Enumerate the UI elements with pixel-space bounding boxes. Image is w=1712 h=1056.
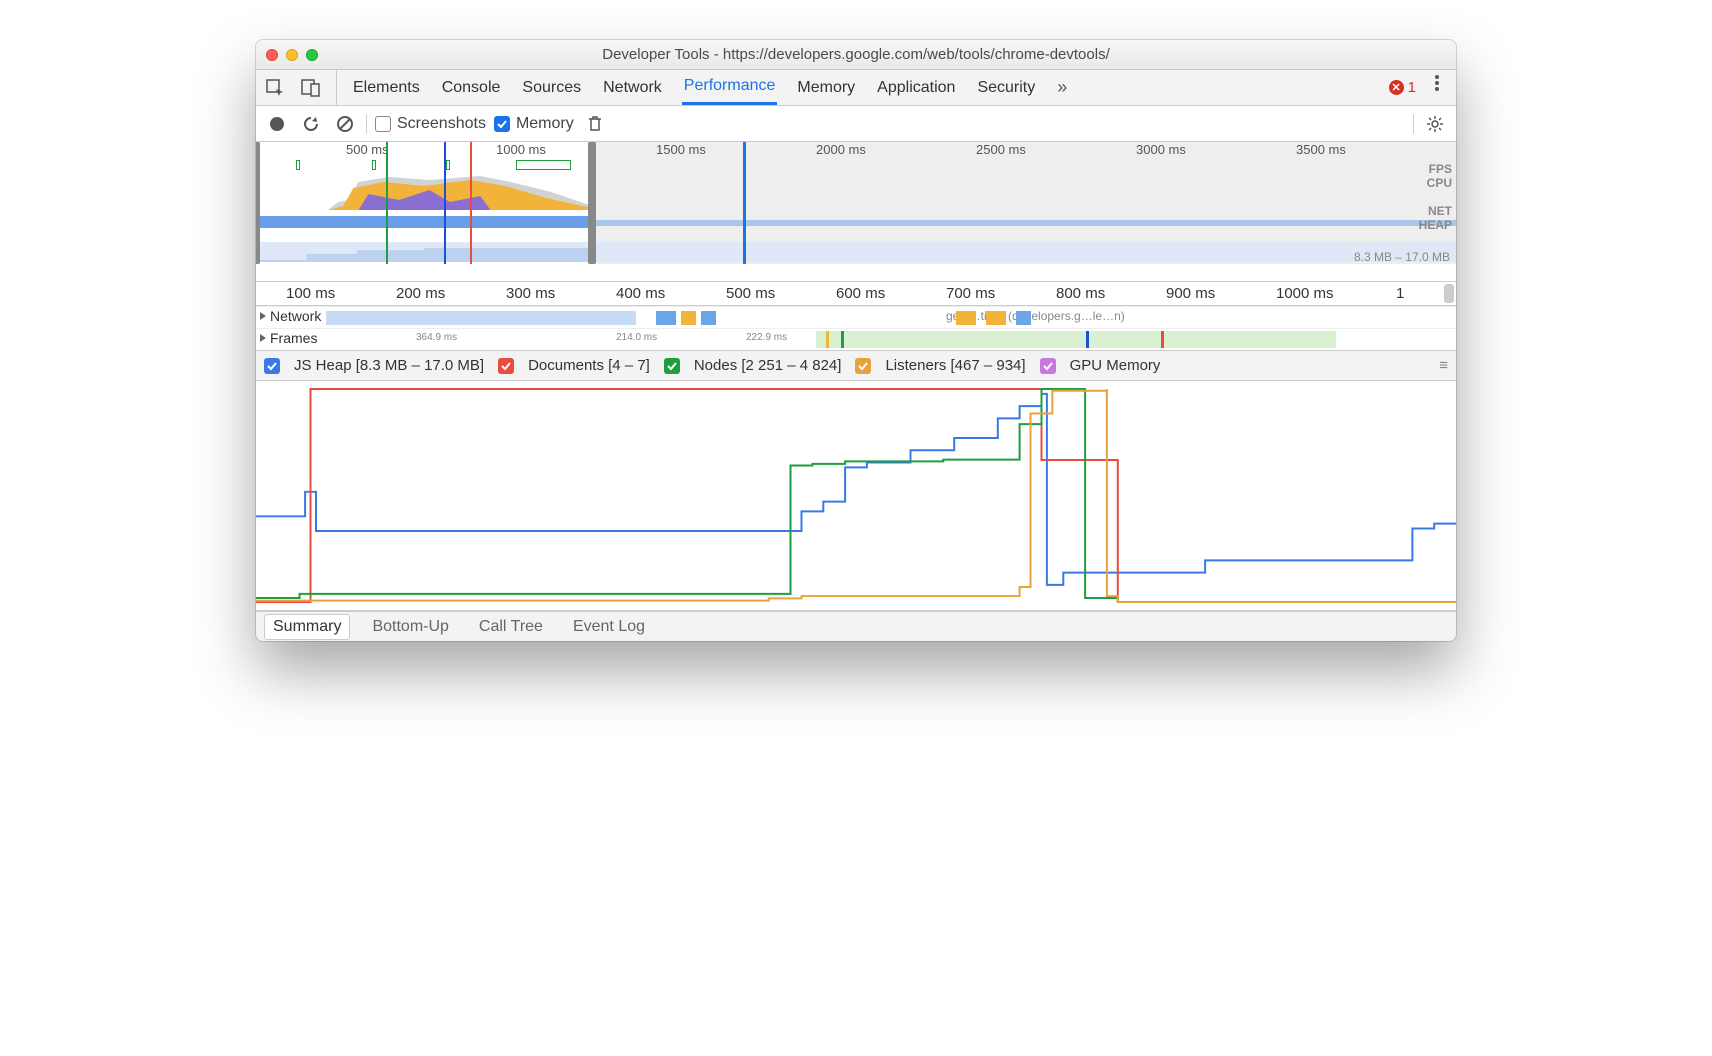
titlebar: Developer Tools - https://developers.goo… [256,40,1456,70]
overview-heap-range: 8.3 MB – 17.0 MB [1354,250,1450,264]
legend-documents: Documents [4 – 7] [528,357,650,374]
chart-series [256,394,1456,585]
clear-button[interactable] [332,111,358,137]
memory-checkbox[interactable] [494,116,510,132]
memory-legend: JS Heap [8.3 MB – 17.0 MB] Documents [4 … [256,351,1456,381]
screenshots-checkbox[interactable] [375,116,391,132]
tab-network[interactable]: Network [601,70,664,105]
overview-handle-left[interactable] [256,142,260,264]
expand-icon[interactable] [260,312,266,320]
legend-checkbox-documents[interactable] [498,358,514,374]
frames-track-label: Frames [270,330,317,346]
legend-menu-icon[interactable]: ≡ [1439,357,1448,374]
memory-chart[interactable] [256,381,1456,611]
error-count[interactable]: ✕ 1 [1389,70,1416,105]
network-track-label: Network [270,308,321,324]
overview-tick: 3500 ms [1296,142,1346,157]
screenshots-toggle[interactable]: Screenshots [375,115,486,133]
overview-tick: 500 ms [346,142,389,157]
reload-button[interactable] [298,111,324,137]
overview-panel[interactable]: 500 ms 1000 ms 1500 ms 2000 ms 2500 ms 3… [256,142,1456,282]
devtools-window: Developer Tools - https://developers.goo… [256,40,1456,641]
memory-toggle[interactable]: Memory [494,115,574,133]
detail-ruler[interactable]: 100 ms 200 ms 300 ms 400 ms 500 ms 600 m… [256,282,1456,306]
tab-security[interactable]: Security [975,70,1037,105]
window-controls [266,49,318,61]
tab-elements[interactable]: Elements [351,70,422,105]
legend-jsheap: JS Heap [8.3 MB – 17.0 MB] [294,357,484,374]
maximize-icon[interactable] [306,49,318,61]
overview-handle-right[interactable] [588,142,596,264]
device-toggle-icon[interactable] [298,75,324,101]
cpu-activity [328,172,592,210]
main-tabs: Elements Console Sources Network Perform… [345,70,1389,105]
close-icon[interactable] [266,49,278,61]
overview-tick: 2500 ms [976,142,1026,157]
overview-tick: 1000 ms [496,142,546,157]
tab-bottom-up[interactable]: Bottom-Up [364,615,456,639]
legend-checkbox-nodes[interactable] [664,358,680,374]
screenshots-label: Screenshots [397,115,486,133]
chart-series [256,389,1456,602]
main-tabs-bar: Elements Console Sources Network Perform… [256,70,1456,106]
overview-tick: 2000 ms [816,142,866,157]
inspect-icon[interactable] [262,75,288,101]
settings-icon[interactable] [1422,111,1448,137]
legend-nodes: Nodes [2 251 – 4 824] [694,357,842,374]
record-button[interactable] [264,111,290,137]
legend-checkbox-listeners[interactable] [855,358,871,374]
window-title: Developer Tools - https://developers.goo… [256,46,1456,63]
tab-memory[interactable]: Memory [795,70,857,105]
chart-series [256,389,1456,602]
tab-sources[interactable]: Sources [520,70,583,105]
tab-performance[interactable]: Performance [682,70,778,105]
network-track[interactable]: Network lopers.google.com/ (developers.g… [256,306,1456,328]
frames-track[interactable]: Frames 364.9 ms 214.0 ms 222.9 ms [256,328,1456,350]
tab-event-log[interactable]: Event Log [565,615,653,639]
overview-tick: 3000 ms [1136,142,1186,157]
overview-tick: 1500 ms [656,142,706,157]
legend-checkbox-gpu[interactable] [1040,358,1056,374]
tab-summary[interactable]: Summary [264,614,350,640]
error-icon: ✕ [1389,80,1404,95]
tabs-overflow-icon[interactable] [1055,70,1069,105]
legend-listeners: Listeners [467 – 934] [885,357,1025,374]
legend-checkbox-jsheap[interactable] [264,358,280,374]
error-count-value: 1 [1408,79,1416,96]
clear-recording-icon[interactable] [582,111,608,137]
tab-call-tree[interactable]: Call Tree [471,615,551,639]
tab-console[interactable]: Console [440,70,503,105]
scrollbar-vertical[interactable] [1444,284,1454,303]
legend-gpu: GPU Memory [1070,357,1161,374]
details-tabs: Summary Bottom-Up Call Tree Event Log [256,611,1456,641]
expand-icon[interactable] [260,334,266,342]
chart-series [256,389,1456,602]
memory-label: Memory [516,115,574,133]
kebab-menu-icon[interactable] [1424,70,1450,96]
tab-application[interactable]: Application [875,70,957,105]
performance-toolbar: Screenshots Memory [256,106,1456,142]
overview-labels: FPS CPU NET HEAP [1419,162,1452,232]
tracks-panel: Network lopers.google.com/ (developers.g… [256,306,1456,351]
minimize-icon[interactable] [286,49,298,61]
